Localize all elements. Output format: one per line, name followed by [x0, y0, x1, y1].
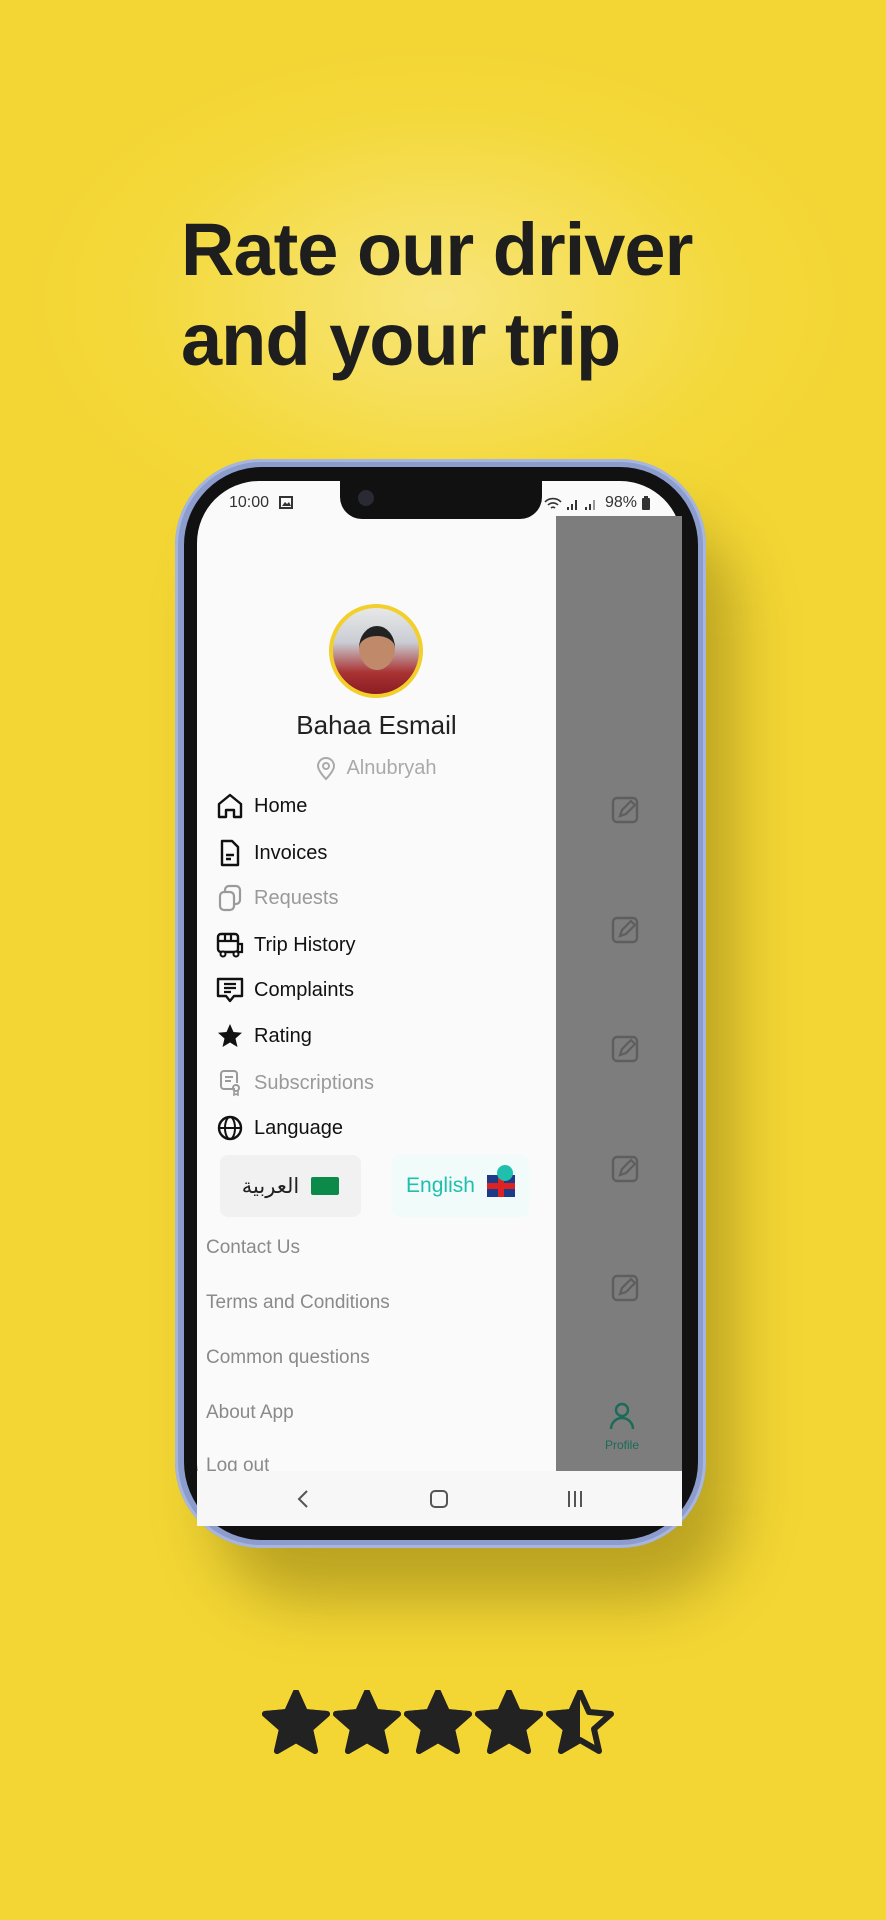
message-icon [216, 976, 244, 1004]
uk-flag-icon [486, 1165, 515, 1197]
copy-icon [216, 884, 244, 912]
back-icon[interactable] [296, 1489, 310, 1509]
document-icon [216, 839, 244, 867]
location-pin-icon [317, 757, 336, 781]
menu-item-invoices[interactable]: Invoices [216, 838, 327, 868]
battery-icon [642, 496, 650, 510]
rating-star-1 [262, 1690, 330, 1754]
link-contact-us[interactable]: Contact Us [206, 1237, 300, 1259]
edit-icon[interactable] [611, 1155, 641, 1185]
signal-icon [585, 500, 595, 510]
camera [358, 490, 374, 506]
menu-item-subscriptions[interactable]: Subscriptions [216, 1068, 374, 1098]
star-icon [216, 1022, 244, 1050]
headline: Rate our driver and your trip [181, 208, 693, 381]
menu-item-home[interactable]: Home [216, 791, 307, 821]
status-time: 10:00 [229, 494, 270, 511]
edit-icon[interactable] [611, 916, 641, 946]
certificate-icon [216, 1069, 244, 1097]
signal-icon [567, 500, 577, 510]
edit-icon[interactable] [611, 796, 641, 826]
recents-icon[interactable] [566, 1490, 584, 1508]
rating-star-5 [546, 1690, 614, 1754]
globe-icon [216, 1114, 244, 1142]
menu-item-rating[interactable]: Rating [216, 1021, 312, 1051]
edit-icon[interactable] [611, 1035, 641, 1065]
link-about-app[interactable]: About App [206, 1402, 294, 1424]
drawer-scrim[interactable] [556, 516, 682, 1471]
profile-tab-label[interactable]: Profile [592, 1438, 652, 1452]
profile-tab-icon[interactable] [609, 1402, 635, 1430]
gallery-icon [279, 496, 293, 509]
home-nav-icon[interactable] [430, 1490, 448, 1508]
check-icon [496, 1165, 513, 1181]
saudi-flag-icon [311, 1177, 340, 1195]
profile-location: Alnubryah [197, 757, 556, 781]
home-icon [216, 792, 244, 820]
profile-name: Bahaa Esmail [296, 710, 457, 740]
language-english-button[interactable]: English [392, 1155, 529, 1217]
rating-star-3 [404, 1690, 472, 1754]
menu-item-trip-history[interactable]: Trip History [216, 930, 355, 960]
avatar[interactable] [329, 604, 423, 698]
menu-item-requests[interactable]: Requests [216, 883, 339, 913]
language-arabic-button[interactable]: العربية [220, 1155, 361, 1217]
menu-item-language[interactable]: Language [216, 1113, 343, 1143]
link-log-out[interactable]: Log out [206, 1455, 269, 1471]
link-common-questions[interactable]: Common questions [206, 1347, 370, 1369]
menu-item-complaints[interactable]: Complaints [216, 975, 354, 1005]
wifi-icon [544, 497, 562, 509]
link-terms-and-conditions[interactable]: Terms and Conditions [206, 1292, 390, 1314]
rating-star-2 [333, 1690, 401, 1754]
battery-percent: 98% [605, 494, 638, 511]
edit-icon[interactable] [611, 1274, 641, 1304]
rating-star-4 [475, 1690, 543, 1754]
bus-icon [216, 931, 244, 959]
